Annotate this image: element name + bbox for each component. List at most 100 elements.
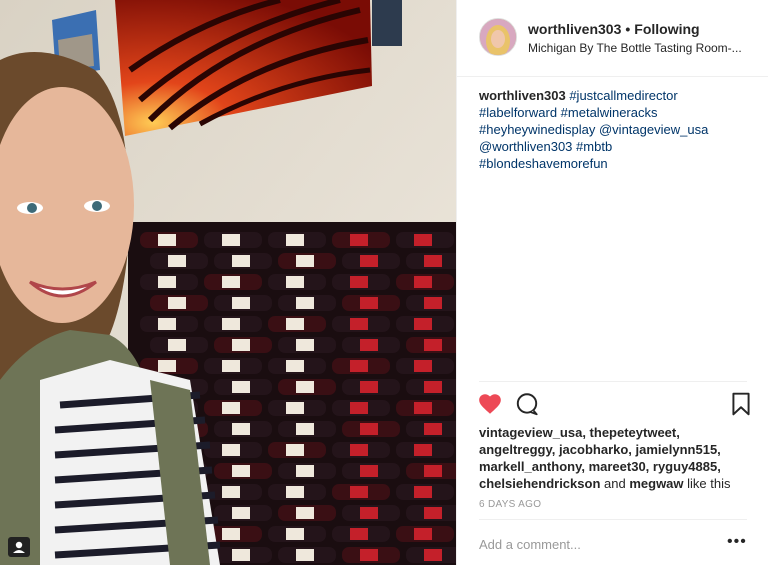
bottle-label: [360, 423, 378, 435]
bottle-label: [232, 255, 250, 267]
bottle-label: [360, 255, 378, 267]
bottle-label: [424, 423, 442, 435]
bottle-label: [414, 486, 432, 498]
bottle-label: [158, 360, 176, 372]
bottle-label: [222, 528, 240, 540]
bottle-label: [424, 507, 442, 519]
photo-illustration: [0, 0, 456, 565]
bottle-label: [222, 444, 240, 456]
hashtag[interactable]: #labelforward: [479, 105, 557, 120]
avatar[interactable]: [479, 18, 517, 56]
bottle-label: [222, 234, 240, 246]
bottle-label: [424, 255, 442, 267]
bottle-label: [222, 486, 240, 498]
bottle-label: [158, 276, 176, 288]
bookmark-icon[interactable]: [728, 391, 754, 417]
bottle-label: [222, 360, 240, 372]
bottle-label: [360, 297, 378, 309]
bottle-label: [158, 318, 176, 330]
bottle-label: [350, 234, 368, 246]
bottle-label: [296, 549, 314, 561]
bottle-label: [414, 402, 432, 414]
bottle-label: [222, 402, 240, 414]
bottle-label: [222, 318, 240, 330]
bottle-label: [296, 297, 314, 309]
post-photo[interactable]: [0, 0, 456, 565]
bottle-label: [286, 528, 304, 540]
bottle-label: [286, 360, 304, 372]
bottle-label: [424, 339, 442, 351]
hashtag[interactable]: #mbtb: [576, 139, 612, 154]
bottle-label: [350, 360, 368, 372]
heart-icon[interactable]: [477, 391, 503, 417]
bottle-label: [414, 360, 432, 372]
liker-last[interactable]: megwaw: [629, 476, 683, 491]
bottle-label: [350, 528, 368, 540]
location-link[interactable]: Michigan By The Bottle Tasting Room-...: [528, 41, 748, 55]
bottle-label: [296, 507, 314, 519]
bottle-label: [424, 465, 442, 477]
hashtag[interactable]: #justcallmedirector: [569, 88, 677, 103]
more-options-icon[interactable]: •••: [727, 533, 747, 551]
bottle-label: [360, 339, 378, 351]
divider: [479, 519, 747, 520]
hashtag[interactable]: #heyheywinedisplay: [479, 122, 595, 137]
bottle-label: [232, 465, 250, 477]
mention[interactable]: @worthliven303: [479, 139, 572, 154]
header-separator: •: [625, 21, 631, 37]
likes-summary: vintageview_usa, thepeteytweet, angeltre…: [479, 424, 754, 492]
bottle-label: [158, 234, 176, 246]
action-bar: [477, 391, 757, 417]
bottle-label: [168, 297, 186, 309]
bottle-label: [350, 486, 368, 498]
profile-badge-icon[interactable]: [8, 537, 30, 557]
mention[interactable]: @vintageview_usa: [599, 122, 708, 137]
bottle-label: [296, 381, 314, 393]
bottle-label: [232, 339, 250, 351]
bottle-label: [286, 318, 304, 330]
bottle-label: [232, 297, 250, 309]
bottle-label: [168, 339, 186, 351]
bottle-label: [424, 297, 442, 309]
post-header: worthliven303 • Following Michigan By The …: [457, 0, 768, 77]
bottle-label: [222, 276, 240, 288]
bottle-label: [286, 234, 304, 246]
bottle-label: [350, 402, 368, 414]
bottle-label: [360, 381, 378, 393]
bottle-label: [232, 507, 250, 519]
bottle-label: [286, 444, 304, 456]
comment-icon[interactable]: [514, 391, 540, 417]
bottle-label: [296, 339, 314, 351]
hashtag[interactable]: #metalwineracks: [561, 105, 658, 120]
bottle-label: [286, 402, 304, 414]
bottle-label: [232, 423, 250, 435]
bottle-label: [424, 549, 442, 561]
divider: [479, 381, 747, 382]
header-username[interactable]: worthliven303: [528, 21, 621, 37]
bottle-label: [350, 276, 368, 288]
bottle-label: [414, 318, 432, 330]
bottle-label: [414, 528, 432, 540]
bottle-label: [296, 423, 314, 435]
bottle-label: [296, 465, 314, 477]
bottle-label: [414, 444, 432, 456]
bottle-label: [350, 444, 368, 456]
bottle-label: [360, 549, 378, 561]
bottle-label: [424, 381, 442, 393]
bottle-label: [414, 234, 432, 246]
bottle-label: [286, 276, 304, 288]
likes-and: and: [604, 476, 626, 491]
likers-list[interactable]: vintageview_usa, thepeteytweet, angeltre…: [479, 425, 721, 491]
caption-username[interactable]: worthliven303: [479, 88, 566, 103]
likes-suffix: like this: [687, 476, 731, 491]
bottle-label: [232, 549, 250, 561]
post-timestamp[interactable]: 6 DAYS AGO: [479, 499, 541, 510]
hashtag[interactable]: #blondeshavemorefun: [479, 156, 608, 171]
bottle-label: [168, 255, 186, 267]
header-username-line: worthliven303 • Following: [528, 21, 700, 37]
following-button[interactable]: Following: [634, 21, 699, 37]
comment-input[interactable]: [477, 532, 711, 556]
post-details-panel: worthliven303 • Following Michigan By The …: [456, 0, 768, 565]
bottle-label: [360, 465, 378, 477]
bottle-label: [414, 276, 432, 288]
